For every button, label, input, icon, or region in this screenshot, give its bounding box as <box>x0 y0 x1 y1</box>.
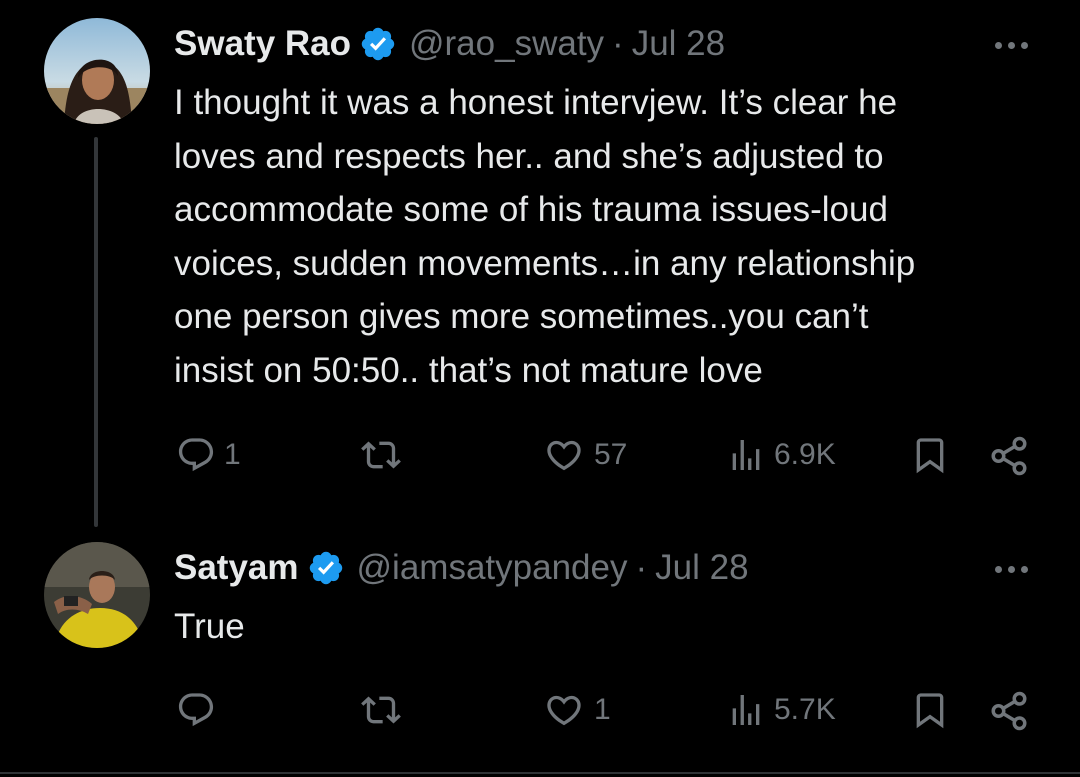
reply-icon <box>178 438 214 472</box>
share-icon <box>991 691 1027 731</box>
tweet-date[interactable]: Jul 28 <box>632 24 725 64</box>
bottom-divider <box>0 772 1080 774</box>
share-button[interactable] <box>988 435 1030 477</box>
tweet-date[interactable]: Jul 28 <box>655 548 748 588</box>
tweet-header: Swaty Rao @rao_swaty · Jul 28 <box>174 20 725 68</box>
verified-badge-icon[interactable] <box>307 549 345 587</box>
views-button[interactable]: 6.9K <box>726 435 836 475</box>
tweet-2[interactable]: Satyam @iamsatypandey · Jul 28 True 1 5.… <box>0 530 1080 770</box>
more-icon[interactable] <box>986 554 1036 584</box>
share-icon <box>991 436 1027 476</box>
avatar-swaty-rao[interactable] <box>44 18 150 124</box>
like-button[interactable]: 57 <box>542 435 627 475</box>
tweet-actions: 1 57 6.9K <box>0 430 1080 480</box>
views-icon <box>732 440 760 470</box>
retweet-icon <box>361 696 401 724</box>
tweet-1[interactable]: Swaty Rao @rao_swaty · Jul 28 I thought … <box>0 0 1080 530</box>
views-count: 5.7K <box>774 693 836 726</box>
bookmark-icon <box>916 693 944 729</box>
author-name[interactable]: Satyam <box>174 548 299 588</box>
bookmark-button[interactable] <box>910 690 950 730</box>
share-button[interactable] <box>988 690 1030 732</box>
like-icon <box>547 440 581 471</box>
like-icon <box>547 695 581 726</box>
reply-button[interactable]: 1 <box>176 435 241 475</box>
views-count: 6.9K <box>774 438 836 471</box>
reply-icon <box>178 693 214 727</box>
tweet-header: Satyam @iamsatypandey · Jul 28 <box>174 544 749 592</box>
retweet-button[interactable] <box>359 690 411 730</box>
reply-button[interactable] <box>176 690 224 730</box>
views-button[interactable]: 5.7K <box>726 690 836 730</box>
bookmark-icon <box>916 438 944 474</box>
author-handle[interactable]: @rao_swaty <box>409 24 604 64</box>
tweet-actions: 1 5.7K <box>0 685 1080 735</box>
more-icon[interactable] <box>986 30 1036 60</box>
like-count: 1 <box>594 693 611 726</box>
like-count: 57 <box>594 438 628 471</box>
retweet-button[interactable] <box>359 435 411 475</box>
separator-dot: · <box>612 24 624 63</box>
avatar-satyam[interactable] <box>44 542 150 648</box>
author-handle[interactable]: @iamsatypandey <box>357 548 628 588</box>
separator-dot: · <box>635 548 648 587</box>
author-name[interactable]: Swaty Rao <box>174 24 351 64</box>
views-icon <box>732 695 760 725</box>
verified-badge-icon[interactable] <box>359 25 397 63</box>
tweet-text: True <box>174 607 245 646</box>
bookmark-button[interactable] <box>910 435 950 475</box>
reply-count: 1 <box>224 438 241 471</box>
tweet-text: I thought it was a honest intervjew. It’… <box>174 83 916 390</box>
like-button[interactable]: 1 <box>542 690 611 730</box>
retweet-icon <box>361 441 401 469</box>
